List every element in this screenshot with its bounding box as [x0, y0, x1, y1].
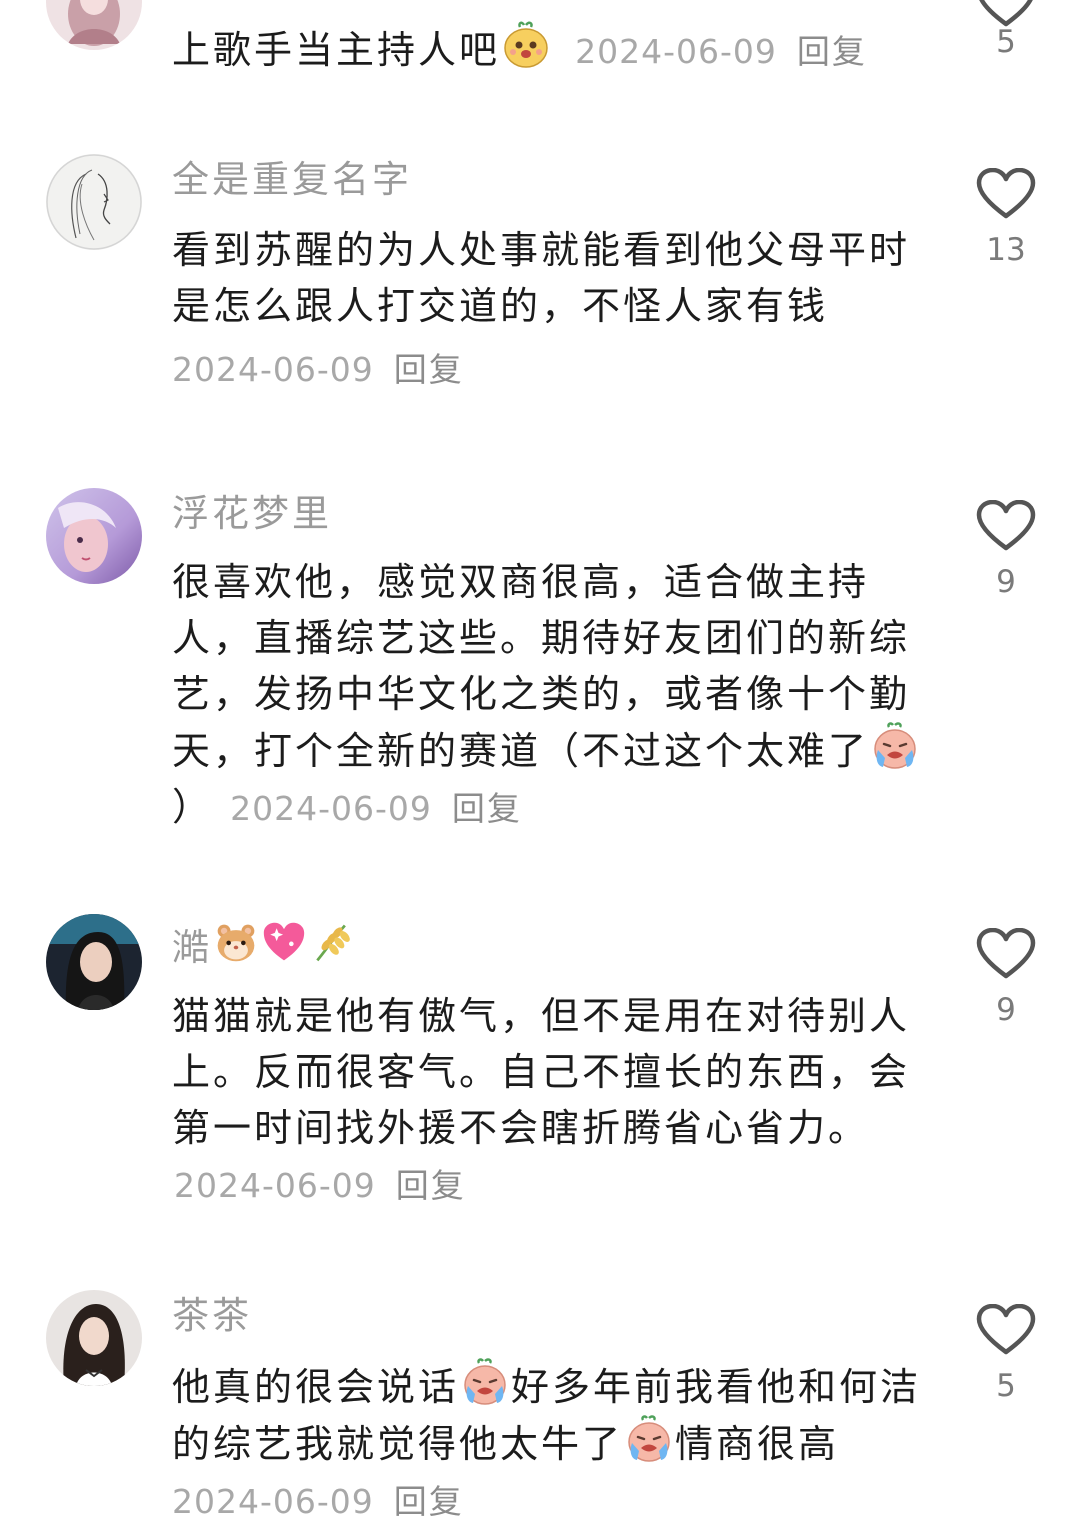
- like-button[interactable]: 5: [976, 1304, 1036, 1404]
- username[interactable]: 浮花梦里: [172, 492, 332, 536]
- reply-button[interactable]: 回复: [396, 1166, 466, 1205]
- timestamp: 2024-06-09: [230, 789, 432, 828]
- username[interactable]: 全是重复名字: [172, 158, 412, 202]
- comment-body: 他真的很会说话 好多年前我看他和何洁的综艺我就觉得他太牛了 情商很高 2024-06…: [172, 1358, 932, 1530]
- comment-text: 情商很高: [675, 1422, 840, 1466]
- timestamp: 2024-06-09: [172, 350, 374, 389]
- crying-face-emoji: [625, 1415, 673, 1463]
- reply-button[interactable]: 回复: [797, 32, 867, 71]
- username-text: 澔: [172, 926, 212, 969]
- like-count: 5: [996, 1368, 1016, 1404]
- username[interactable]: 茶茶: [172, 1294, 252, 1338]
- like-button[interactable]: 9: [976, 500, 1036, 600]
- avatar[interactable]: [46, 154, 142, 250]
- cat-emoji: [502, 21, 550, 69]
- timestamp: 2024-06-09: [174, 1166, 376, 1205]
- heart-icon: [976, 1304, 1036, 1356]
- comment-text-end: ）: [172, 785, 214, 829]
- heart-icon: [976, 168, 1036, 220]
- reply-button[interactable]: 回复: [452, 789, 522, 828]
- comment-body: 很喜欢他，感觉双商很高，适合做主持人，直播综艺这些。期待好友团们的新综艺，发扬中…: [172, 554, 932, 837]
- reply-button[interactable]: 回复: [394, 1482, 464, 1521]
- rice-ear-emoji: [310, 920, 354, 964]
- like-button[interactable]: 5: [976, 0, 1036, 60]
- like-count: 13: [986, 232, 1026, 268]
- timestamp: 2024-06-09: [172, 1482, 374, 1521]
- comment-text: 上歌手当主持人吧: [172, 28, 501, 72]
- avatar[interactable]: [46, 1290, 142, 1386]
- avatar[interactable]: [46, 488, 142, 584]
- heart-icon: [976, 928, 1036, 980]
- reply-button[interactable]: 回复: [394, 350, 464, 389]
- comment-body: 上歌手当主持人吧 2024-06-09 回复: [172, 21, 932, 80]
- comment-text: 猫猫就是他有傲气，但不是用在对待别人上。反而很客气。自己不擅长的东西，会第一时间…: [172, 994, 911, 1150]
- timestamp: 2024-06-09: [575, 32, 777, 71]
- avatar[interactable]: [46, 0, 142, 50]
- like-count: 5: [996, 24, 1016, 60]
- comment-meta: 2024-06-09 回复: [172, 1482, 464, 1521]
- sparkling-heart-emoji: [262, 920, 306, 964]
- like-button[interactable]: 13: [976, 168, 1036, 268]
- avatar[interactable]: [46, 914, 142, 1010]
- crying-face-emoji: [461, 1358, 509, 1406]
- comment-body: 看到苏醒的为人处事就能看到他父母平时是怎么跟人打交道的，不怪人家有钱: [172, 228, 911, 328]
- like-button[interactable]: 9: [976, 928, 1036, 1028]
- heart-icon: [976, 0, 1036, 28]
- comment-meta: 2024-06-09 回复: [172, 348, 464, 392]
- username[interactable]: 澔: [172, 920, 356, 970]
- hamster-emoji: [214, 920, 258, 964]
- heart-icon: [976, 500, 1036, 552]
- comment-meta: 2024-06-09 回复: [174, 1166, 466, 1205]
- crying-face-emoji: [871, 722, 919, 770]
- comment-meta: 2024-06-09 回复: [575, 32, 867, 71]
- comment-text: 他真的很会说话: [172, 1365, 460, 1409]
- comment-meta: 2024-06-09 回复: [230, 789, 522, 828]
- comment-body: 猫猫就是他有傲气，但不是用在对待别人上。反而很客气。自己不擅长的东西，会第一时间…: [172, 988, 932, 1214]
- like-count: 9: [996, 992, 1016, 1028]
- like-count: 9: [996, 564, 1016, 600]
- comment-text: 很喜欢他，感觉双商很高，适合做主持人，直播综艺这些。期待好友团们的新综艺，发扬中…: [172, 560, 911, 773]
